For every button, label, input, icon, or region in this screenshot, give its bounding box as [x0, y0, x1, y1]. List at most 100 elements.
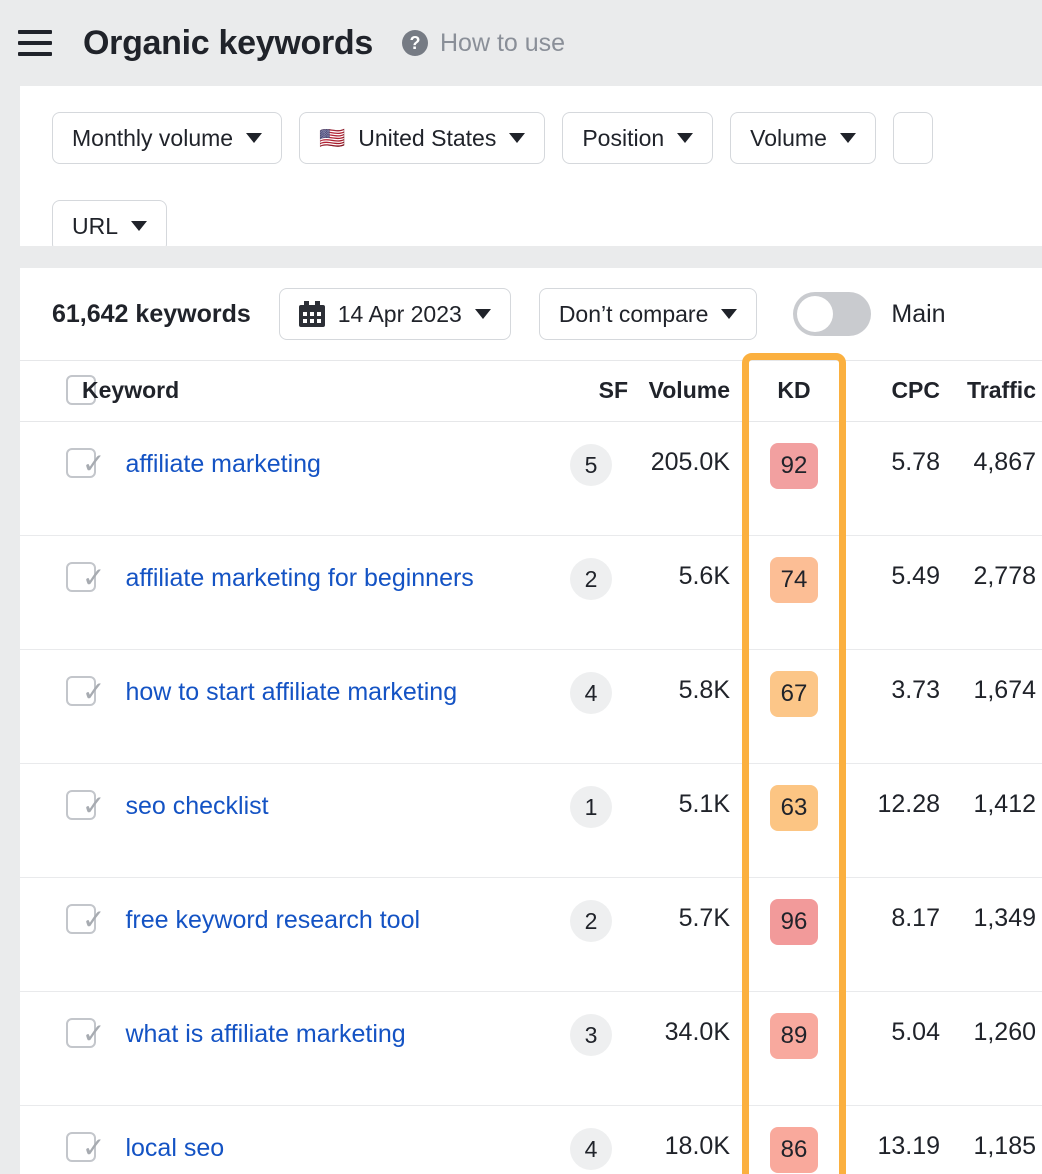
keyword-cell: ✓seo checklist	[82, 764, 554, 878]
filter-label: United States	[358, 125, 496, 152]
table-row: ✓what is affiliate marketing334.0K895.04…	[20, 992, 1042, 1106]
row-select-cell	[20, 992, 82, 1106]
row-select-cell	[20, 1106, 82, 1174]
how-to-use-label: How to use	[440, 29, 565, 58]
filter-volume[interactable]: Volume	[730, 112, 876, 164]
check-icon: ✓	[82, 1020, 105, 1048]
main-keywords-toggle-group: Main	[793, 292, 945, 336]
keyword-cell: ✓ what is affiliate marketing	[82, 992, 554, 1106]
hamburger-menu-icon[interactable]	[18, 28, 52, 58]
volume-cell: 5.7K	[628, 878, 744, 992]
chevron-down-icon	[246, 133, 262, 143]
keyword-link[interactable]: what is affiliate marketing	[125, 1018, 405, 1052]
sf-cell: 4	[554, 1106, 628, 1174]
keywords-panel: 61,642 keywords 14 Apr 2023 Don’t compar…	[20, 268, 1042, 1174]
table-row: ✓ affiliate marketing 5205.0K 92 5.784,867	[20, 422, 1042, 536]
kd-badge: 96	[770, 899, 818, 945]
table-row: ✓affiliate marketing for beginners25.6K 7…	[20, 536, 1042, 650]
chevron-down-icon	[677, 133, 693, 143]
sf-cell: 5	[554, 422, 628, 536]
check-icon: ✓	[82, 1134, 105, 1162]
keyword-link[interactable]: affiliate marketing for beginners	[125, 562, 473, 596]
kd-badge: 92	[770, 443, 818, 489]
kd-cell: 63	[744, 764, 844, 878]
top-bar: Organic keywords ? How to use	[0, 0, 1042, 86]
filter-label: Monthly volume	[72, 125, 233, 152]
select-all-header	[20, 361, 82, 422]
chevron-down-icon	[131, 221, 147, 231]
calendar-icon	[299, 301, 325, 327]
chevron-down-icon	[475, 309, 491, 319]
compare-dropdown[interactable]: Don’t compare	[539, 288, 758, 340]
toggle-knob	[797, 296, 833, 332]
keyword-link[interactable]: how to start affiliate marketing	[125, 676, 457, 710]
chevron-down-icon	[721, 309, 737, 319]
row-select-cell	[20, 422, 82, 536]
keyword-cell: ✓how to start affiliate marketing	[82, 650, 554, 764]
kd-cell: 74	[744, 536, 844, 650]
table-row: ✓ free keyword research tool 2 5.7K 96 8.171,…	[20, 878, 1042, 992]
main-keywords-toggle[interactable]	[793, 292, 871, 336]
cpc-cell: 5.78	[844, 422, 940, 536]
column-header-cpc[interactable]: CPC	[844, 361, 940, 422]
volume-cell: 5.6K	[628, 536, 744, 650]
column-header-keyword[interactable]: Keyword	[82, 361, 554, 422]
keyword-count: 61,642 keywords	[52, 300, 251, 329]
cpc-cell: 12.28	[844, 764, 940, 878]
how-to-use-link[interactable]: ? How to use	[402, 29, 565, 58]
sf-badge: 2	[570, 900, 612, 942]
date-picker[interactable]: 14 Apr 2023	[279, 288, 511, 340]
panel-divider	[0, 246, 1042, 268]
sf-badge: 4	[570, 1128, 612, 1170]
keyword-link[interactable]: seo checklist	[125, 790, 268, 824]
table-body: ✓affiliate marketing5205.0K925.784,867✓a…	[20, 422, 1042, 1174]
column-header-sf[interactable]: SF	[554, 361, 628, 422]
main-keywords-toggle-label: Main	[891, 300, 945, 329]
column-header-volume[interactable]: Volume	[628, 361, 744, 422]
volume-cell: 18.0K	[628, 1106, 744, 1174]
volume-cell: 5.8K	[628, 650, 744, 764]
column-header-kd[interactable]: KD	[744, 361, 844, 422]
sf-cell: 4	[554, 650, 628, 764]
filter-position[interactable]: Position	[562, 112, 713, 164]
page-title: Organic keywords	[83, 24, 373, 63]
traffic-cell: 4,867	[940, 422, 1042, 536]
traffic-cell: 1,260	[940, 992, 1042, 1106]
volume-cell: 205.0K	[628, 422, 744, 536]
row-select-cell	[20, 536, 82, 650]
sf-cell: 2	[554, 878, 628, 992]
kd-cell: 96	[744, 878, 844, 992]
keyword-link[interactable]: affiliate marketing	[125, 448, 320, 482]
filter-monthly-volume[interactable]: Monthly volume	[52, 112, 282, 164]
traffic-cell: 1,349	[940, 878, 1042, 992]
kd-cell: 67	[744, 650, 844, 764]
keyword-cell: ✓ local seo	[82, 1106, 554, 1174]
table-header-row: Keyword SF Volume KD CPC Traffic	[20, 361, 1042, 422]
column-header-traffic[interactable]: Traffic	[940, 361, 1042, 422]
sf-badge: 1	[570, 786, 612, 828]
cpc-cell: 3.73	[844, 650, 940, 764]
keyword-link[interactable]: free keyword research tool	[125, 904, 420, 938]
filter-url[interactable]: URL	[52, 200, 167, 246]
sf-badge: 4	[570, 672, 612, 714]
check-icon: ✓	[82, 450, 105, 478]
compare-label: Don’t compare	[559, 301, 709, 328]
cpc-cell: 8.17	[844, 878, 940, 992]
kd-cell: 89	[744, 992, 844, 1106]
row-select-cell	[20, 650, 82, 764]
filters-panel: Monthly volume 🇺🇸 United States Position…	[20, 86, 1042, 246]
volume-cell: 34.0K	[628, 992, 744, 1106]
filter-country[interactable]: 🇺🇸 United States	[299, 112, 545, 164]
keyword-link[interactable]: local seo	[125, 1132, 224, 1166]
traffic-cell: 1,412	[940, 764, 1042, 878]
chevron-down-icon	[509, 133, 525, 143]
kd-badge: 74	[770, 557, 818, 603]
filter-overflow-cutoff[interactable]	[893, 112, 933, 164]
sf-badge: 3	[570, 1014, 612, 1056]
keyword-cell: ✓affiliate marketing for beginners	[82, 536, 554, 650]
check-icon: ✓	[82, 906, 105, 934]
table-row: ✓seo checklist15.1K6312.281,412	[20, 764, 1042, 878]
traffic-cell: 1,674	[940, 650, 1042, 764]
sf-cell: 2	[554, 536, 628, 650]
keyword-cell: ✓ affiliate marketing	[82, 422, 554, 536]
